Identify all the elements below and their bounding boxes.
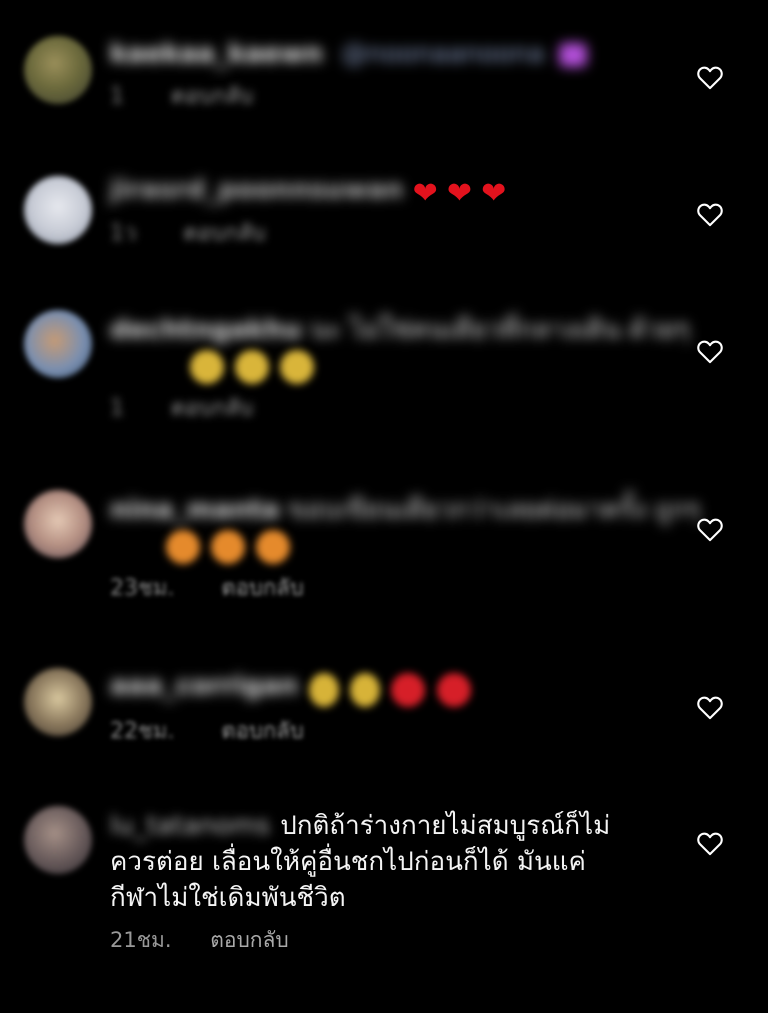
comment-time: 23ชม. (110, 576, 175, 601)
clap-emoji-icon (309, 672, 340, 707)
avatar[interactable] (24, 36, 92, 104)
reply-button[interactable]: ตอบกลับ (183, 221, 265, 246)
heart-emoji-icon: ❤ (481, 175, 507, 211)
comment-time: 21ชม. (110, 928, 172, 952)
reply-button[interactable]: ตอบกลับ (171, 396, 253, 421)
comments-screen: kaekaa_kaewn @noonaanoona 1 ตอบกลับ jira… (0, 0, 768, 1013)
heart-outline-icon[interactable] (696, 694, 724, 720)
heart-outline-icon[interactable] (696, 338, 724, 364)
comment-text: @noonaanoona (341, 39, 545, 69)
comment-item: kaekaa_kaewn @noonaanoona 1 ตอบกลับ (0, 30, 768, 140)
heart-outline-icon[interactable] (696, 64, 724, 90)
avatar[interactable] (24, 176, 92, 244)
comment-time: 22ชม. (110, 718, 175, 744)
reply-button[interactable]: ตอบกลับ (221, 719, 303, 744)
heart-emoji-icon: ❤ (412, 175, 438, 211)
comment-text-line-1: ปกติถ้าร่างกายไม่สมบูรณ์ก็ไม่ (280, 811, 611, 841)
clap-emoji-icon (350, 672, 381, 707)
heart-outline-icon[interactable] (696, 201, 724, 227)
face-emoji-icon (166, 530, 200, 564)
avatar[interactable] (24, 668, 92, 736)
comment-item: jirasrd_poonnsuwan ❤ ❤ ❤ 1ว ตอบกลับ (0, 168, 768, 278)
avatar[interactable] (24, 806, 92, 874)
face-emoji-icon (235, 350, 270, 384)
comment-username[interactable]: dechtngakhu (110, 315, 302, 345)
heart-outline-icon[interactable] (696, 516, 724, 542)
reply-button[interactable]: ตอบกลับ (210, 928, 289, 952)
heart-outline-icon[interactable] (696, 830, 724, 856)
heart-emoji-icon: ❤ (446, 175, 472, 211)
comment-username[interactable]: kaekaa_kaewn (110, 39, 323, 69)
comment-text-line-3: กีฬาไม่ใช่เดิมพันชีวิต (110, 883, 346, 913)
comment-time: 1ว (110, 220, 137, 246)
heart-emoji-icon (436, 672, 471, 707)
avatar[interactable] (24, 490, 92, 558)
comment-username[interactable]: aaa_corrigan (110, 668, 298, 704)
comment-item: dechtngakhu นะ ไม่ใช่คนเดียวที่กลางเดิน … (0, 308, 768, 448)
face-emoji-icon (256, 530, 291, 564)
comment-item: nina_manta ขอบเขียนเดียวกว่าเลยต่อมาครั้… (0, 488, 768, 628)
face-emoji-icon (211, 530, 246, 564)
avatar[interactable] (24, 310, 92, 378)
reply-button[interactable]: ตอบกลับ (171, 84, 253, 109)
comment-username[interactable]: nina_manta (110, 495, 280, 525)
comment-text: ขอบเขียนเดียวกว่าเลยต่อมาครั้ง ถูกๆ (287, 495, 701, 525)
comment-text-line-2: ควรต่อย เลื่อนให้คู่อื่นชกไปก่อนก็ได้ มั… (110, 847, 586, 877)
comment-time: 1 (110, 396, 124, 421)
heart-emoji-icon (391, 672, 426, 707)
face-emoji-icon (190, 350, 224, 384)
comment-text: นะ ไม่ใช่คนเดียวที่กลางเดิน ด้วยๆ (309, 315, 690, 345)
face-emoji-icon (280, 350, 315, 384)
comment-item: aaa_corrigan 22ชม. ตอบกลับ (0, 664, 768, 774)
comment-username[interactable]: lu_tatanoms (110, 811, 270, 841)
gem-emoji-icon (558, 42, 587, 67)
comment-username[interactable]: jirasrd_poonnsuwan (110, 172, 404, 208)
reply-button[interactable]: ตอบกลับ (221, 576, 303, 601)
comment-time: 1 (110, 84, 124, 109)
comment-item: lu_tatanoms ปกติถ้าร่างกายไม่สมบูรณ์ก็ไม่… (0, 800, 768, 980)
